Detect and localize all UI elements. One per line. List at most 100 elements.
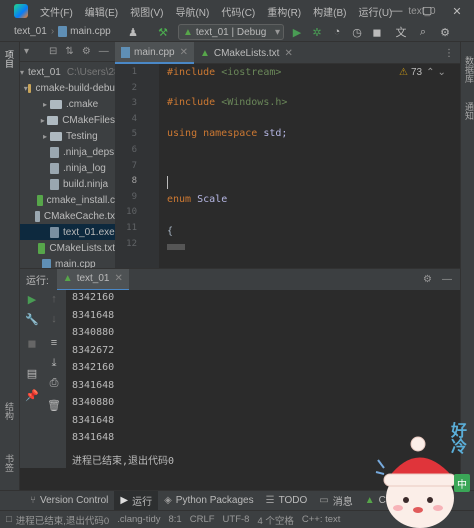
tree-row[interactable]: ▾ text_01 C:\Users\28	[20, 64, 115, 80]
menu-code[interactable]: 代码(C)	[215, 4, 261, 19]
expand-arrow-icon[interactable]: ▾	[20, 68, 24, 77]
menu-refactor[interactable]: 重构(R)	[261, 4, 307, 19]
minimize-button[interactable]: —	[386, 0, 408, 22]
menu-build[interactable]: 构建(B)	[307, 4, 352, 19]
translate-icon[interactable]: 文	[394, 25, 408, 39]
print-icon[interactable]: ⎙	[47, 376, 61, 390]
soft-wrap-icon[interactable]: ≡	[47, 336, 61, 350]
breadcrumb-file[interactable]: main.cpp	[70, 26, 111, 37]
rerun-icon[interactable]: ▶	[25, 292, 39, 306]
chevron-down-icon[interactable]: ▾	[24, 46, 29, 57]
console-output-line: 8342160	[72, 362, 115, 373]
stop-icon[interactable]: ◼	[25, 336, 39, 350]
todo-tool-button[interactable]: ☰ TODO	[260, 491, 314, 511]
search-icon[interactable]: ⌕	[416, 25, 430, 39]
tree-row[interactable]: cmake_install.c	[20, 192, 115, 208]
version-control-tool-button[interactable]: ⑂ Version Control	[24, 491, 114, 511]
status-line-separator[interactable]: CRLF	[190, 514, 215, 525]
console-exit-message: 进程已结束,退出代码0	[72, 456, 175, 467]
menu-navigate[interactable]: 导航(N)	[169, 4, 215, 19]
settings-gear-icon[interactable]: ⚙	[82, 46, 91, 57]
settings-gear-icon[interactable]: ⚙	[423, 274, 432, 285]
close-window-button[interactable]: ✕	[446, 0, 468, 22]
tree-row[interactable]: ▸ Testing	[20, 128, 115, 144]
tree-row[interactable]: ▾ cmake-build-debu	[20, 80, 115, 96]
user-icon[interactable]: ♟	[126, 25, 140, 39]
console-output-line: 8340880	[72, 397, 115, 408]
menu-view[interactable]: 视图(V)	[124, 4, 169, 19]
run-icon[interactable]: ▶	[290, 25, 304, 39]
database-tool-tab[interactable]: 数据库	[463, 56, 474, 83]
trash-icon[interactable]: 🗑	[47, 398, 61, 412]
hammer-build-icon[interactable]: ⚒	[156, 25, 170, 39]
project-tool-tab[interactable]: 项目	[3, 50, 16, 68]
line-number: 6	[131, 145, 137, 155]
wrench-icon[interactable]: 🔧	[25, 312, 39, 326]
status-encoding[interactable]: UTF-8	[223, 514, 250, 525]
status-language-context[interactable]: C++: text	[302, 514, 341, 525]
line-number: 12	[126, 238, 137, 249]
expand-arrow-icon[interactable]: ▸	[40, 132, 50, 141]
messages-tool-button[interactable]: ▭ 消息	[313, 491, 358, 511]
tree-row[interactable]: main.cpp	[20, 256, 115, 268]
breadcrumb-separator-icon: ›	[50, 26, 55, 37]
maximize-button[interactable]: ☐	[416, 0, 438, 22]
tree-row[interactable]: ▸ CMakeFiles	[20, 112, 115, 128]
chevron-up-icon[interactable]: ⌃	[426, 67, 434, 78]
sticker-badge: 中	[454, 474, 470, 492]
tree-row[interactable]: CMakeCache.tx	[20, 208, 115, 224]
status-message[interactable]: 进程已结束,退出代码0	[16, 513, 109, 527]
scroll-down-icon[interactable]: ↓	[47, 312, 61, 326]
tab-main-cpp[interactable]: main.cpp ✕	[115, 42, 194, 64]
tree-row[interactable]: text_01.exe	[20, 224, 115, 240]
folder-icon	[50, 131, 62, 141]
run-panel-label: 运行:	[26, 276, 49, 287]
breadcrumb-project[interactable]: text_01	[14, 26, 47, 37]
tree-row[interactable]: CMakeLists.txt	[20, 240, 115, 256]
profile-icon[interactable]: ◷	[350, 25, 364, 39]
hide-panel-icon[interactable]: —	[442, 274, 452, 285]
expand-arrow-icon[interactable]: ▸	[40, 100, 50, 109]
notifications-tool-tab[interactable]: 通知	[463, 102, 474, 120]
tree-row[interactable]: build.ninja	[20, 176, 115, 192]
menu-file[interactable]: 文件(F)	[34, 4, 79, 19]
scroll-up-icon[interactable]: ↑	[47, 292, 61, 306]
settings-gear-icon[interactable]: ⚙	[438, 25, 452, 39]
close-tab-icon[interactable]: ✕	[180, 47, 188, 58]
run-configuration-select[interactable]: ▲ text_01 | Debug ▾	[178, 24, 284, 40]
status-clang-tidy[interactable]: .clang-tidy	[117, 514, 160, 525]
close-tab-icon[interactable]: ✕	[115, 273, 123, 284]
structure-tool-tab[interactable]: 结构	[3, 402, 16, 420]
tab-list-icon[interactable]: ⋮	[438, 42, 460, 64]
collapse-all-icon[interactable]: ⊟	[49, 46, 57, 57]
chevron-down-icon[interactable]: ⌄	[437, 67, 445, 78]
tab-cmakelists[interactable]: ▲ CMakeLists.txt ✕	[194, 42, 299, 64]
run-tab[interactable]: ▲ text_01 ✕	[56, 268, 129, 291]
tree-row-label: cmake-build-debu	[35, 82, 115, 94]
tree-row[interactable]: .ninja_log	[20, 160, 115, 176]
coverage-icon[interactable]: ◔	[330, 25, 344, 39]
status-caret-position[interactable]: 8:1	[169, 514, 182, 525]
folded-code-marker[interactable]	[167, 244, 185, 250]
restore-layout-icon[interactable]: ▤	[25, 366, 39, 380]
run-tool-button[interactable]: ▶ 运行	[114, 490, 159, 511]
hide-panel-icon[interactable]: —	[99, 46, 109, 57]
bookmarks-tool-tab[interactable]: 书签	[3, 454, 16, 472]
expand-arrow-icon[interactable]: ▸	[38, 116, 47, 125]
file-file-icon	[50, 162, 59, 174]
expand-icon[interactable]: ⇅	[65, 46, 73, 57]
cmake-file-icon	[38, 242, 46, 254]
close-tab-icon[interactable]: ✕	[284, 48, 292, 59]
tree-row[interactable]: ▸ .cmake	[20, 96, 115, 112]
status-collapse-icon[interactable]: □	[6, 514, 12, 525]
python-packages-tool-button[interactable]: ◈ Python Packages	[158, 491, 260, 511]
status-indent[interactable]: 4 个空格	[257, 513, 293, 527]
menu-edit[interactable]: 编辑(E)	[79, 4, 124, 19]
debug-bug-icon[interactable]: ✲	[310, 25, 324, 39]
code-editor[interactable]: #include <iostream> #include <Windows.h>…	[159, 64, 460, 268]
tree-row[interactable]: .ninja_deps	[20, 144, 115, 160]
scroll-to-end-icon[interactable]: ⤓	[47, 356, 61, 370]
stop-icon[interactable]: ◼	[370, 25, 384, 39]
pin-icon[interactable]: 📌	[25, 388, 39, 402]
inspection-widget[interactable]: ⚠ 73 ⌃ ⌄	[399, 67, 446, 78]
